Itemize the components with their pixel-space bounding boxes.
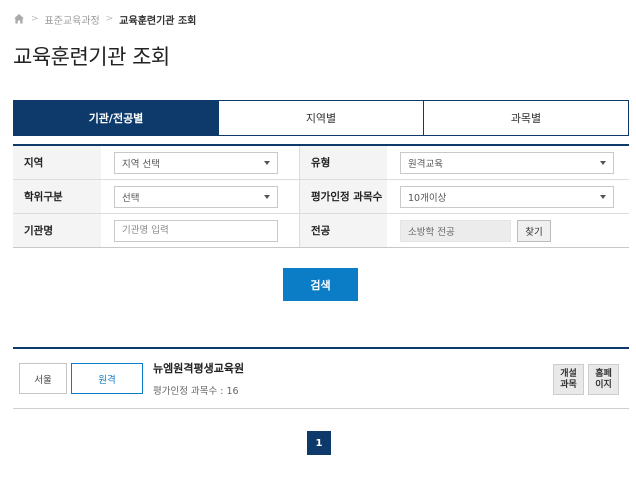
result-list: 서울 원격 뉴엠원격평생교육원 평가인정 과목수 : 16 개설 과목 홈페 이… [13, 347, 629, 409]
form-row: 지역 지역 선택 유형 원격교육 [13, 146, 629, 180]
accredited-count-label: 평가인정 과목수 [299, 180, 387, 213]
accredited-count-cell: 10개이상 [387, 180, 629, 213]
type-cell: 원격교육 [387, 146, 629, 179]
breadcrumb-current: 교육훈련기관 조회 [119, 15, 197, 27]
org-name[interactable]: 뉴엠원격평생교육원 [153, 360, 244, 376]
caret-down-icon [600, 194, 606, 199]
region-badge: 서울 [19, 363, 67, 394]
degree-cell: 선택 [101, 180, 299, 213]
org-name-cell [101, 214, 299, 247]
tab-region[interactable]: 지역별 [218, 101, 423, 135]
caret-down-icon [264, 160, 270, 165]
degree-select-value: 선택 [122, 192, 140, 204]
major-field[interactable]: 소방학 전공 [400, 219, 511, 242]
breadcrumb: > 표준교육과정 > 교육훈련기관 조회 [13, 12, 197, 27]
form-row: 학위구분 선택 평가인정 과목수 10개이상 [13, 180, 629, 214]
org-info: 뉴엠원격평생교육원 평가인정 과목수 : 16 [153, 359, 244, 399]
degree-label: 학위구분 [13, 180, 101, 213]
caret-down-icon [264, 194, 270, 199]
major-cell: 소방학 전공 찾기 [387, 214, 629, 247]
form-row: 기관명 전공 소방학 전공 찾기 [13, 214, 629, 248]
find-major-button[interactable]: 찾기 [517, 219, 551, 242]
caret-down-icon [600, 160, 606, 165]
row-actions: 개설 과목 홈페 이지 [549, 364, 619, 395]
accredited-count-value: 10개이상 [408, 192, 447, 204]
type-select[interactable]: 원격교육 [400, 151, 614, 174]
search-form: 지역 지역 선택 유형 원격교육 학위구분 선택 평가인정 과목수 10개이상 [13, 144, 629, 248]
type-label: 유형 [299, 146, 387, 179]
type-badge: 원격 [71, 363, 143, 394]
list-item: 서울 원격 뉴엠원격평생교육원 평가인정 과목수 : 16 개설 과목 홈페 이… [13, 349, 629, 409]
open-courses-button[interactable]: 개설 과목 [553, 364, 584, 395]
chevron-right-icon: > [31, 14, 39, 24]
home-icon[interactable] [13, 13, 25, 25]
tab-institution-major[interactable]: 기관/전공별 [14, 101, 218, 135]
region-select-value: 지역 선택 [122, 158, 160, 170]
type-select-value: 원격교육 [408, 158, 443, 170]
page-title: 교육훈련기관 조회 [13, 45, 170, 69]
tab-subject[interactable]: 과목별 [423, 101, 628, 135]
chevron-right-icon: > [105, 14, 114, 24]
degree-select[interactable]: 선택 [114, 185, 278, 208]
accredited-count: 평가인정 과목수 : 16 [153, 386, 239, 397]
homepage-button[interactable]: 홈페 이지 [588, 364, 619, 395]
org-name-label: 기관명 [13, 214, 101, 247]
major-label: 전공 [299, 214, 387, 247]
page-number-current[interactable]: 1 [307, 431, 331, 455]
region-cell: 지역 선택 [101, 146, 299, 179]
pagination: 1 [307, 431, 331, 455]
region-label: 지역 [13, 146, 101, 179]
search-button[interactable]: 검색 [283, 268, 358, 301]
org-name-input[interactable] [114, 219, 278, 242]
search-tabs: 기관/전공별 지역별 과목별 [13, 100, 629, 136]
accredited-count-select[interactable]: 10개이상 [400, 185, 614, 208]
region-select[interactable]: 지역 선택 [114, 151, 278, 174]
breadcrumb-item[interactable]: 표준교육과정 [45, 12, 100, 27]
